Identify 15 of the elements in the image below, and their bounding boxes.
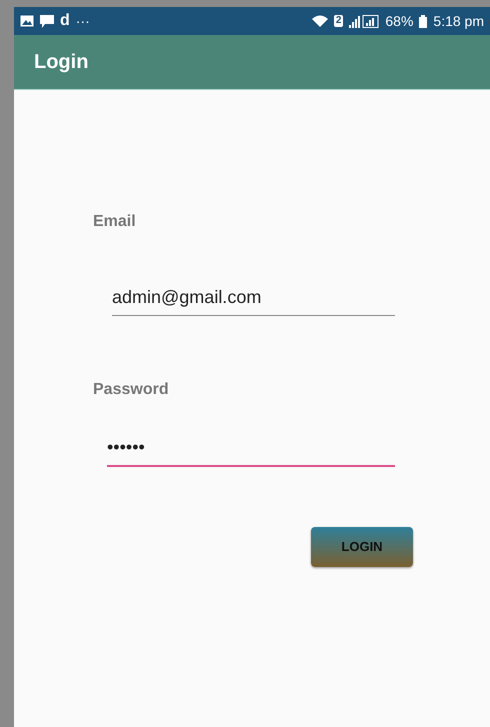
field-label: Email [93,212,137,232]
app-bar-title: Login [34,50,88,75]
battery-icon [419,14,428,28]
status-time: 5:18 pm [433,12,484,31]
wifi-icon [312,15,328,27]
battery-percent: 68% [385,12,414,30]
more-indicator: ··· [76,12,90,30]
field-label: Password [93,380,170,400]
chat-icon [40,14,54,28]
app-letter: d [60,11,70,31]
input-field[interactable]: admin@gmail.com [112,282,395,316]
input-field[interactable]: •••••• [107,432,395,467]
signal-icon [349,14,380,28]
sim-badge: 2 [334,15,344,27]
picture-icon [20,15,34,27]
